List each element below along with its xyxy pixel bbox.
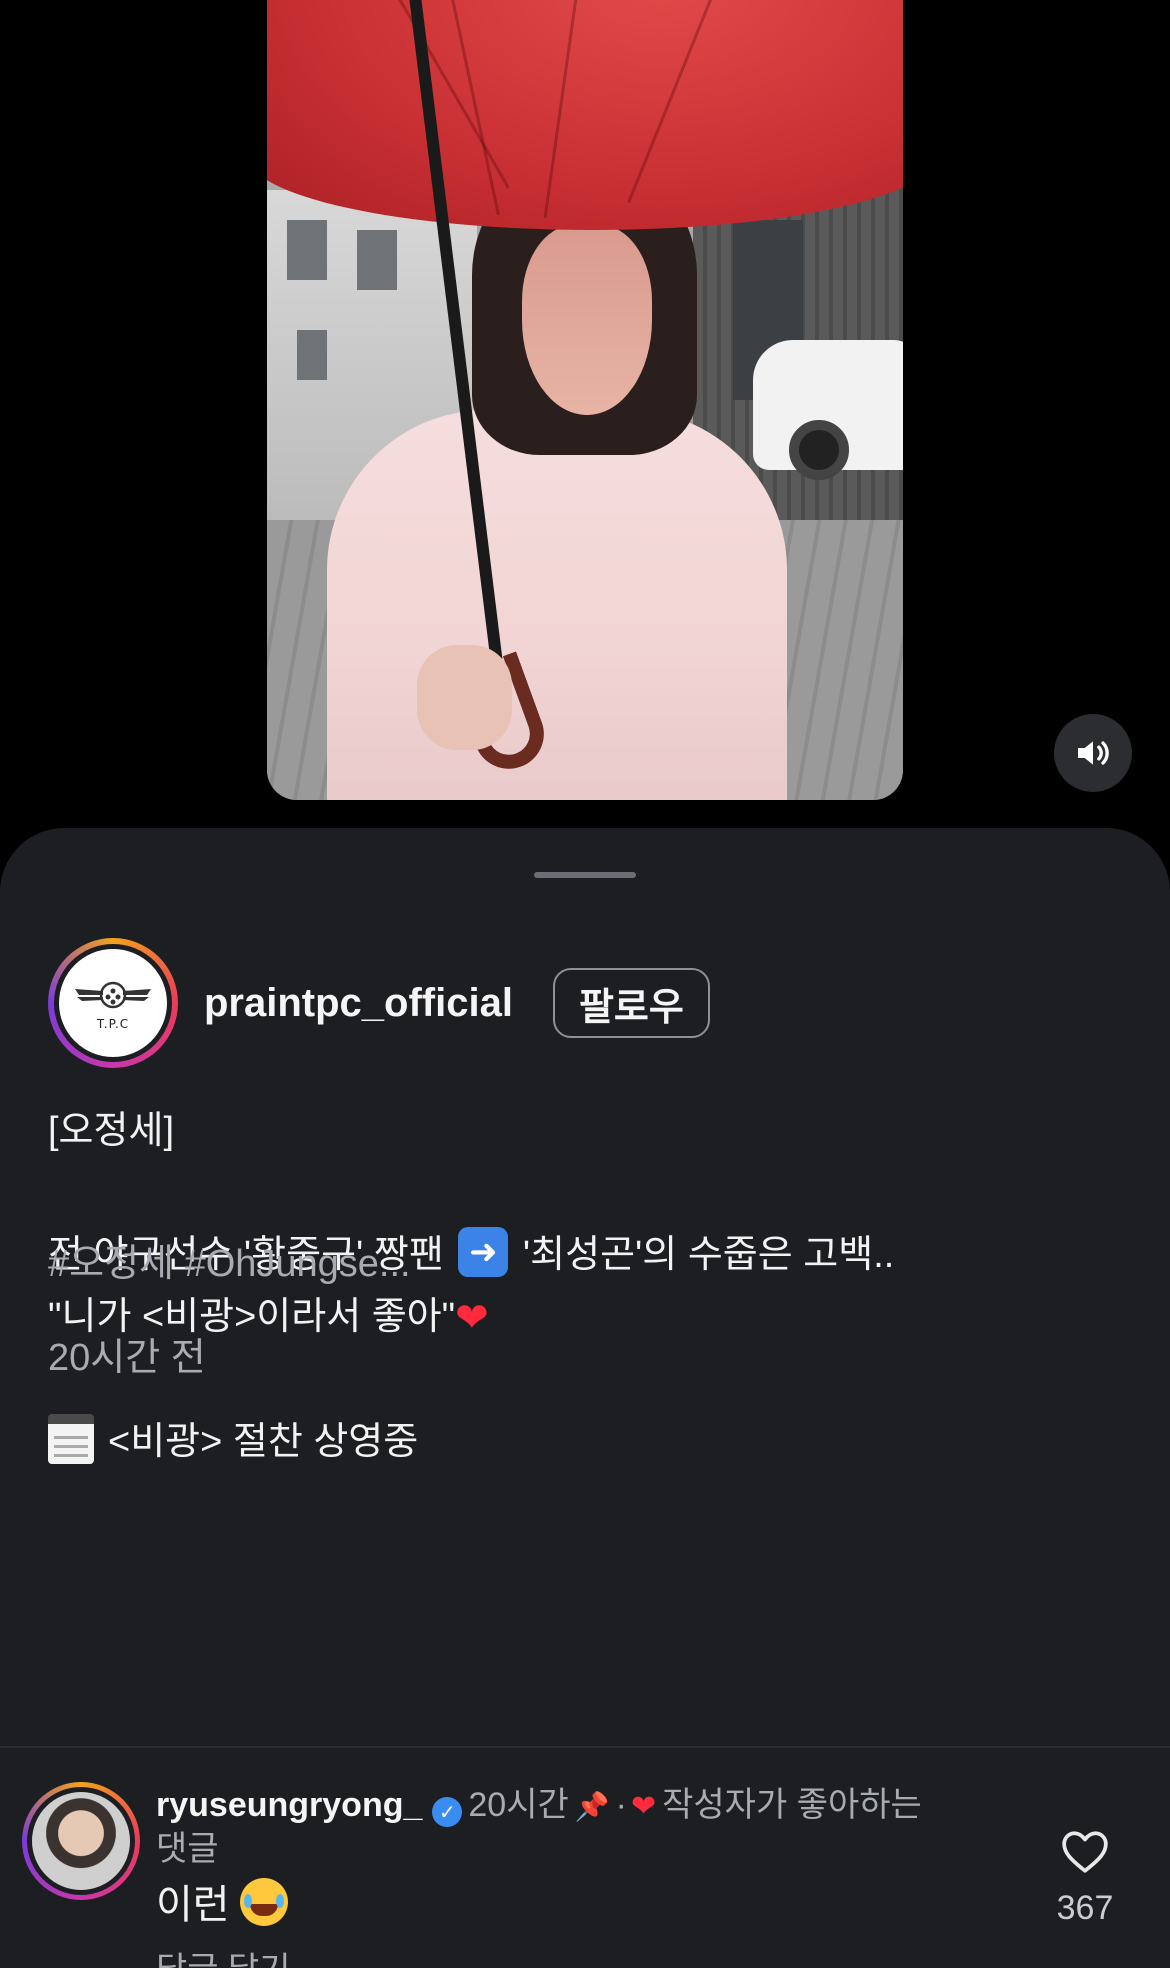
account-avatar[interactable]: T.P.C bbox=[48, 938, 178, 1068]
post-details-sheet: T.P.C praintpc_official 팔로우 [오정세] 전 야구선수… bbox=[0, 828, 1170, 1968]
follow-button[interactable]: 팔로우 bbox=[552, 968, 710, 1038]
umbrella-rib bbox=[543, 0, 580, 218]
winged-star-emblem-icon bbox=[75, 981, 151, 1009]
caption-line: [오정세] bbox=[48, 1110, 174, 1152]
sheet-grab-handle[interactable] bbox=[534, 872, 636, 878]
speaker-volume-icon bbox=[1078, 741, 1109, 765]
video-player[interactable] bbox=[0, 0, 1170, 830]
red-umbrella bbox=[267, 0, 903, 230]
scene-car bbox=[753, 340, 903, 480]
caption-line: <비광> 절찬 상영중 bbox=[48, 1411, 1108, 1473]
commenter-avatar[interactable] bbox=[22, 1782, 140, 1900]
post-header: T.P.C praintpc_official 팔로우 bbox=[48, 938, 1122, 1068]
separator: · bbox=[615, 1786, 627, 1824]
right-arrow-emoji-icon bbox=[458, 1227, 509, 1277]
comment-time: 20시간 bbox=[468, 1786, 569, 1824]
scene-window bbox=[297, 330, 327, 380]
creator-liked-suffix: 댓글 bbox=[156, 1830, 219, 1868]
account-username[interactable]: praintpc_official bbox=[204, 981, 513, 1026]
umbrella-rib bbox=[387, 0, 510, 189]
comment-like: 367 bbox=[1040, 1828, 1130, 1928]
umbrella-rib bbox=[627, 0, 720, 204]
person-white-outfit bbox=[327, 410, 787, 800]
post-hashtags[interactable]: #오정세 #OhJungse... bbox=[48, 1232, 411, 1287]
creator-heart-icon: ❤ bbox=[630, 1789, 657, 1824]
tpc-logo: T.P.C bbox=[59, 949, 167, 1057]
caption-text: <비광> 절찬 상영중 bbox=[108, 1421, 419, 1463]
comment-body: 이런 bbox=[156, 1883, 230, 1927]
heart-outline-icon[interactable] bbox=[1060, 1828, 1110, 1874]
tpc-logo-text: T.P.C bbox=[96, 1017, 130, 1031]
red-heart-emoji-icon: ❤ bbox=[455, 1295, 489, 1341]
scene-window bbox=[357, 230, 397, 290]
commenter-photo bbox=[32, 1792, 130, 1890]
like-count: 367 bbox=[1056, 1889, 1114, 1927]
volume-button[interactable] bbox=[1054, 714, 1132, 792]
comment-text: 이런 bbox=[156, 1872, 288, 1930]
reply-button[interactable]: 답글 달기 bbox=[156, 1942, 291, 1968]
caption-line: "니가 <비광>이라서 좋아"❤ bbox=[48, 1286, 1108, 1349]
post-timestamp: 20시간 전 bbox=[48, 1337, 206, 1379]
creator-liked-label: 작성자가 좋아하는 bbox=[662, 1786, 922, 1824]
commenter-username[interactable]: ryuseungryong_ bbox=[156, 1786, 422, 1824]
pin-icon: 📌 bbox=[574, 1790, 610, 1823]
video-frame[interactable] bbox=[267, 0, 903, 800]
comment-item: ryuseungryong_ ✓20시간📌·❤작성자가 좋아하는 댓글 이런 답글… bbox=[0, 1748, 1170, 1968]
verified-badge-icon: ✓ bbox=[432, 1797, 463, 1827]
notepad-emoji-icon bbox=[48, 1414, 94, 1464]
laughing-tears-emoji-icon bbox=[239, 1878, 288, 1926]
scene-wheel bbox=[789, 420, 849, 480]
caption-text: '최성곤'의 수줍은 고백.. bbox=[522, 1234, 895, 1276]
umbrella-rib bbox=[447, 0, 500, 216]
person-face bbox=[522, 225, 652, 415]
scene-window bbox=[287, 220, 327, 280]
comment-header: ryuseungryong_ ✓ 20시간 📌 · ❤ 작성자가 좋아하는 댓글 bbox=[156, 1784, 996, 1870]
person-hand bbox=[417, 645, 512, 750]
